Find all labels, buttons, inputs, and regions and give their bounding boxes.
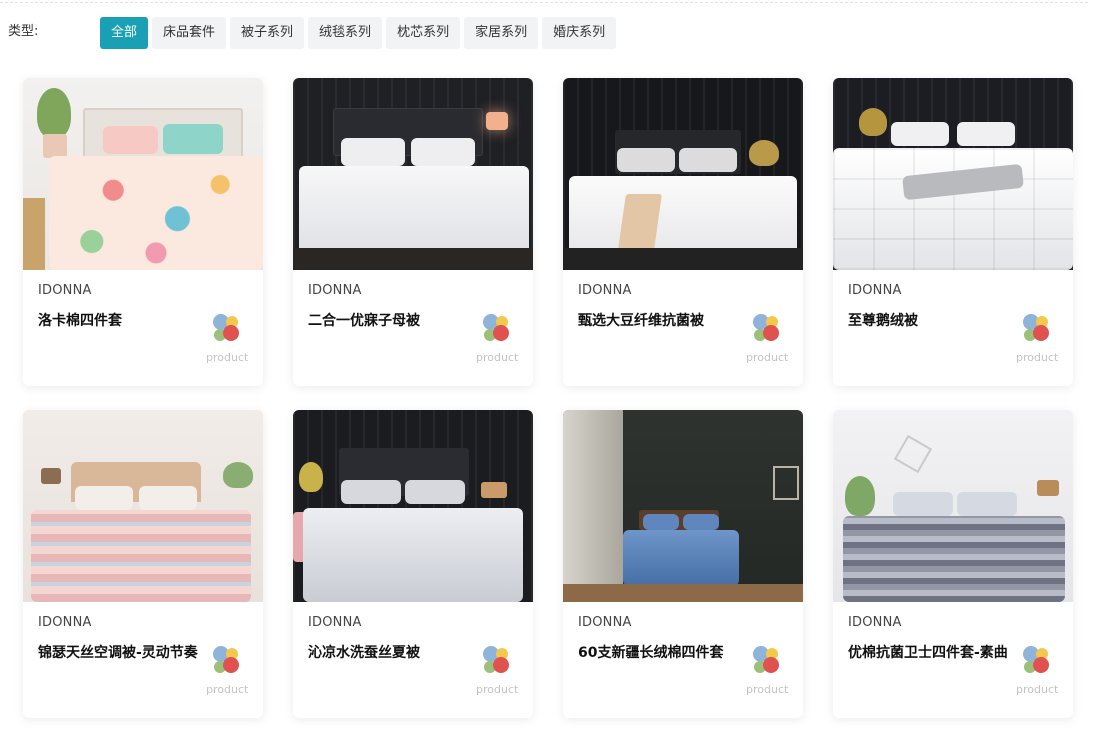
product-logo-text: product: [1016, 683, 1059, 696]
product-image: [293, 78, 533, 270]
product-image: [23, 78, 263, 270]
tab-pillows[interactable]: 枕芯系列: [386, 17, 461, 49]
product-title[interactable]: 至尊鹅绒被: [848, 311, 1008, 332]
product-image: [23, 410, 263, 602]
tab-all[interactable]: 全部: [100, 17, 149, 49]
product-title[interactable]: 沁凉水洗蚕丝夏被: [308, 643, 468, 664]
product-logo-text: product: [206, 351, 249, 364]
product-brand: IDONNA: [38, 615, 92, 630]
product-image: [293, 410, 533, 602]
product-title[interactable]: 洛卡棉四件套: [38, 311, 198, 332]
tab-bedding-sets[interactable]: 床品套件: [152, 17, 227, 49]
product-brand: IDONNA: [38, 283, 92, 298]
tab-wedding[interactable]: 婚庆系列: [542, 17, 617, 49]
product-logo-icon: [483, 314, 509, 341]
filter-label: 类型:: [8, 24, 39, 39]
product-card[interactable]: IDONNA 锦瑟天丝空调被-灵动节奏 product: [23, 410, 263, 718]
product-title[interactable]: 60支新疆长绒棉四件套: [578, 643, 738, 664]
product-card[interactable]: IDONNA 二合一优寐子母被 product: [293, 78, 533, 386]
product-logo-icon: [213, 646, 239, 673]
top-divider: [0, 2, 1088, 3]
product-image: [833, 78, 1073, 270]
product-card[interactable]: IDONNA 至尊鹅绒被 product: [833, 78, 1073, 386]
product-brand: IDONNA: [848, 283, 902, 298]
product-card[interactable]: IDONNA 60支新疆长绒棉四件套 product: [563, 410, 803, 718]
product-brand: IDONNA: [308, 283, 362, 298]
product-logo-text: product: [746, 351, 789, 364]
product-brand: IDONNA: [578, 283, 632, 298]
product-title[interactable]: 甄选大豆纤维抗菌被: [578, 311, 738, 332]
product-image: [833, 410, 1073, 602]
product-logo-icon: [1023, 646, 1049, 673]
product-brand: IDONNA: [308, 615, 362, 630]
product-logo-icon: [753, 314, 779, 341]
category-filter: 类型: 全部 床品套件 被子系列 绒毯系列 枕芯系列 家居系列 婚庆系列: [8, 17, 1098, 50]
product-image: [563, 78, 803, 270]
product-title[interactable]: 锦瑟天丝空调被-灵动节奏: [38, 643, 198, 664]
product-logo-icon: [1023, 314, 1049, 341]
product-logo-text: product: [746, 683, 789, 696]
filter-tabs: 全部 床品套件 被子系列 绒毯系列 枕芯系列 家居系列 婚庆系列: [100, 17, 617, 49]
product-card[interactable]: IDONNA 甄选大豆纤维抗菌被 product: [563, 78, 803, 386]
product-logo-text: product: [476, 351, 519, 364]
tab-home[interactable]: 家居系列: [464, 17, 539, 49]
tab-blankets[interactable]: 绒毯系列: [308, 17, 383, 49]
product-brand: IDONNA: [848, 615, 902, 630]
product-title[interactable]: 优棉抗菌卫士四件套-素曲: [848, 643, 1008, 664]
product-logo-icon: [483, 646, 509, 673]
product-brand: IDONNA: [578, 615, 632, 630]
product-card[interactable]: IDONNA 洛卡棉四件套 product: [23, 78, 263, 386]
product-logo-text: product: [1016, 351, 1059, 364]
product-card[interactable]: IDONNA 沁凉水洗蚕丝夏被 product: [293, 410, 533, 718]
product-logo-text: product: [206, 683, 249, 696]
product-image: [563, 410, 803, 602]
product-card[interactable]: IDONNA 优棉抗菌卫士四件套-素曲 product: [833, 410, 1073, 718]
product-logo-icon: [213, 314, 239, 341]
product-logo-text: product: [476, 683, 519, 696]
product-title[interactable]: 二合一优寐子母被: [308, 311, 468, 332]
tab-quilts[interactable]: 被子系列: [230, 17, 305, 49]
product-grid: IDONNA 洛卡棉四件套 product IDONNA 二合一优寐子母被 pr…: [23, 78, 1073, 718]
product-logo-icon: [753, 646, 779, 673]
